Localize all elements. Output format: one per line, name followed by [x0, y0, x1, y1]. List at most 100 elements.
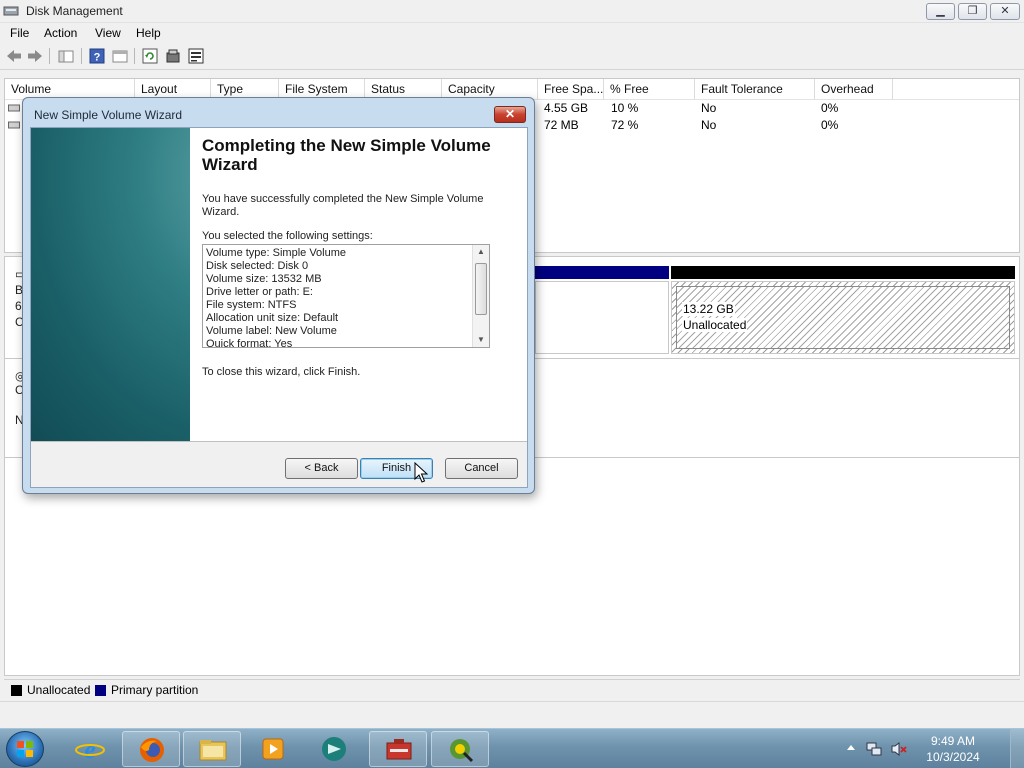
wizard-body: Completing the New Simple Volume Wizard …	[30, 127, 528, 488]
legend: Unallocated Primary partition	[4, 679, 1020, 699]
toolbar-separator	[134, 48, 135, 64]
settings-list: Volume type: Simple Volume Disk selected…	[206, 247, 472, 347]
column-fault-tolerance[interactable]: Fault Tolerance	[695, 79, 815, 100]
new-simple-volume-wizard: New Simple Volume Wizard ✕ Completing th…	[22, 97, 535, 494]
taskbar-computer-management[interactable]	[369, 731, 427, 767]
internet-explorer-icon: e	[75, 736, 105, 762]
setting-item: Allocation unit size: Default	[206, 312, 339, 324]
back-icon[interactable]	[5, 47, 23, 65]
fault-tolerance-cell: No	[701, 118, 717, 132]
title-bar: Disk Management ▁ ❐ ✕	[0, 0, 1024, 23]
network-icon[interactable]	[866, 741, 882, 757]
scroll-down-icon[interactable]: ▼	[473, 333, 489, 347]
unallocated-partition-block[interactable]: 13.22 GB Unallocated	[671, 281, 1015, 354]
toolbar-separator	[49, 48, 50, 64]
clock-date: 10/3/2024	[926, 750, 980, 764]
close-button[interactable]: ✕	[990, 3, 1020, 20]
taskbar-explorer[interactable]	[183, 731, 241, 767]
wizard-footer-divider	[31, 441, 527, 442]
cancel-button[interactable]: Cancel	[445, 458, 518, 479]
settings-scrollbar[interactable]: ▲ ▼	[472, 245, 489, 347]
taskbar-ie[interactable]: e	[61, 731, 119, 767]
setting-item: Drive letter or path: E:	[206, 286, 313, 298]
network-app-icon	[322, 737, 346, 761]
window-title: Disk Management	[26, 4, 123, 18]
menu-view[interactable]: View	[95, 26, 121, 40]
menu-file[interactable]: File	[10, 26, 29, 40]
settings-summary-box[interactable]: Volume type: Simple Volume Disk selected…	[202, 244, 490, 348]
percent-free-cell: 10 %	[611, 101, 639, 115]
wizard-content: Completing the New Simple Volume Wizard …	[190, 128, 527, 441]
qgis-icon	[450, 739, 474, 763]
fault-tolerance-cell: No	[701, 101, 717, 115]
taskbar: e 9:49 AM 10/3/2024	[0, 728, 1024, 768]
taskbar-qgis[interactable]	[431, 731, 489, 767]
unallocated-label: Unallocated	[682, 318, 748, 332]
volume-muted-icon[interactable]	[891, 741, 907, 757]
settings-label: You selected the following settings:	[202, 230, 373, 242]
clock[interactable]: 9:49 AM 10/3/2024	[908, 733, 998, 765]
setting-item: Volume type: Simple Volume	[206, 247, 347, 259]
unallocated-bar	[671, 266, 1015, 279]
show-hidden-icons-icon[interactable]	[846, 741, 856, 755]
toolbar-separator	[81, 48, 82, 64]
properties-icon[interactable]	[111, 47, 129, 65]
setting-item: Disk selected: Disk 0	[206, 260, 309, 272]
help-icon[interactable]: ?	[88, 47, 106, 65]
menu-action[interactable]: Action	[44, 26, 77, 40]
setting-item: File system: NTFS	[206, 299, 297, 311]
percent-free-cell: 72 %	[611, 118, 639, 132]
free-space-cell: 4.55 GB	[544, 101, 589, 115]
legend-unallocated-label: Unallocated	[27, 683, 91, 697]
unallocated-size: 13.22 GB	[682, 302, 735, 316]
mouse-cursor-icon	[414, 462, 428, 483]
menu-help[interactable]: Help	[136, 26, 161, 40]
close-hint-text: To close this wizard, click Finish.	[202, 366, 361, 378]
disk-management-icon	[3, 6, 19, 16]
column-free-space[interactable]: Free Spa...	[538, 79, 604, 100]
primary-partition-bar	[535, 266, 669, 279]
disk-properties-icon[interactable]	[164, 47, 182, 65]
free-space-cell: 72 MB	[544, 118, 579, 132]
refresh-icon[interactable]	[141, 47, 159, 65]
wizard-title: New Simple Volume Wizard	[34, 108, 183, 122]
start-button[interactable]	[6, 731, 44, 767]
setting-item: Volume size: 13532 MB	[206, 273, 322, 285]
back-button[interactable]: < Back	[285, 458, 358, 479]
legend-primary-label: Primary partition	[111, 683, 199, 697]
toolbar: ?	[0, 43, 1024, 70]
wizard-close-button[interactable]: ✕	[494, 106, 526, 123]
legend-primary-swatch	[95, 685, 106, 696]
column-percent-free[interactable]: % Free	[604, 79, 695, 100]
setting-item: Volume label: New Volume	[206, 325, 337, 337]
wizard-side-banner	[31, 128, 190, 441]
menu-bar: File Action View Help	[0, 23, 1024, 43]
disk-size-stub: 6	[15, 299, 22, 313]
minimize-button[interactable]: ▁	[926, 3, 955, 20]
wizard-heading: Completing the New Simple Volume Wizard	[202, 136, 491, 174]
forward-icon[interactable]	[26, 47, 44, 65]
svg-text:e: e	[84, 736, 96, 762]
restore-button[interactable]: ❐	[958, 3, 987, 20]
taskbar-firefox[interactable]	[122, 731, 180, 767]
scroll-up-icon[interactable]: ▲	[473, 245, 489, 259]
computer-management-icon	[386, 739, 412, 760]
rescan-icon[interactable]	[187, 47, 205, 65]
svg-text:?: ?	[94, 52, 101, 64]
volume-drive-icon	[8, 104, 20, 112]
show-desktop-button[interactable]	[1010, 729, 1024, 768]
show-hide-tree-icon[interactable]	[57, 47, 75, 65]
media-player-icon	[262, 738, 284, 760]
firefox-icon	[140, 738, 164, 762]
scroll-thumb[interactable]	[475, 263, 487, 315]
status-bar	[0, 701, 1024, 726]
overhead-cell: 0%	[821, 101, 839, 115]
overhead-cell: 0%	[821, 118, 839, 132]
primary-partition-block[interactable]	[535, 281, 669, 354]
file-explorer-icon	[199, 740, 227, 761]
taskbar-media-player[interactable]	[244, 731, 302, 767]
taskbar-network-app[interactable]	[305, 731, 363, 767]
column-overhead[interactable]: Overhead	[815, 79, 893, 100]
clock-time: 9:49 AM	[930, 734, 976, 748]
windows-logo-icon	[17, 741, 33, 757]
